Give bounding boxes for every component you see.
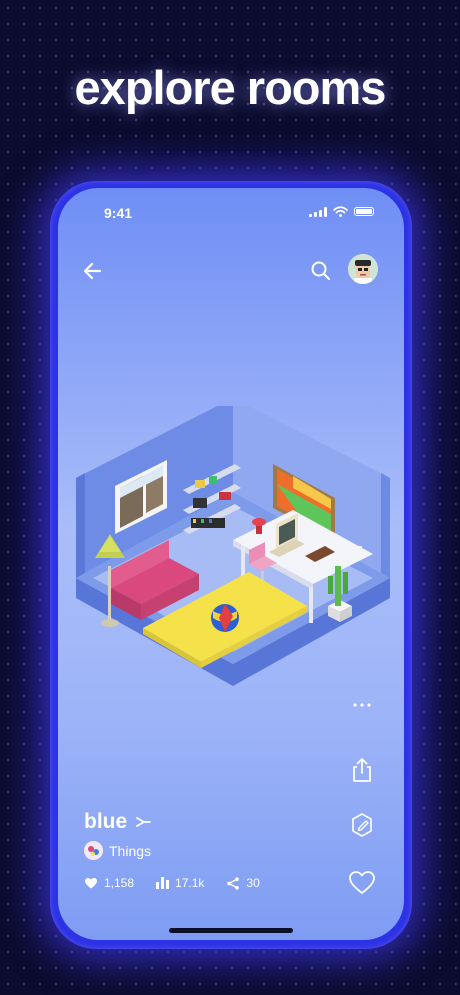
author-row[interactable]: Things — [84, 841, 151, 860]
app-screen: 9:41 blue Things 1,158 17.1k 30 — [58, 188, 404, 940]
share-button[interactable] — [348, 756, 376, 784]
views-count: 17.1k — [175, 876, 205, 890]
back-button[interactable] — [80, 258, 106, 284]
user-avatar[interactable] — [348, 254, 378, 284]
post-stats: 1,158 17.1k 30 — [84, 876, 282, 890]
room-illustration — [76, 406, 390, 686]
author-name: Things — [109, 842, 152, 859]
share-network-icon — [227, 876, 240, 890]
wifi-icon — [333, 206, 348, 217]
status-icons — [309, 206, 374, 217]
avatar-face-icon — [348, 254, 378, 284]
battery-icon — [354, 207, 374, 216]
shares-stat: 30 — [226, 876, 260, 890]
edit-icon — [352, 813, 372, 837]
likes-stat: 1,158 — [84, 876, 134, 890]
shares-count: 30 — [246, 876, 260, 890]
search-button[interactable] — [308, 258, 334, 284]
views-stat: 17.1k — [156, 876, 204, 890]
search-icon — [311, 261, 331, 281]
status-time: 9:41 — [104, 205, 133, 221]
more-icon — [353, 703, 371, 707]
heart-icon — [349, 871, 375, 894]
author-avatar — [84, 841, 103, 860]
heart-filled-icon — [85, 877, 97, 888]
like-button[interactable] — [348, 870, 376, 896]
more-button[interactable] — [348, 700, 376, 710]
post-title-row: blue — [84, 810, 152, 834]
home-indicator[interactable] — [169, 928, 293, 933]
post-title: blue — [84, 810, 128, 833]
sparkle-icon — [136, 817, 152, 827]
author-avatar-icon — [84, 841, 103, 860]
bar-chart-icon — [156, 877, 170, 889]
edit-button[interactable] — [348, 812, 376, 838]
likes-count: 1,158 — [104, 876, 135, 890]
share-icon — [353, 758, 371, 782]
arrow-left-icon — [83, 262, 102, 280]
signal-icon — [309, 206, 327, 217]
promo-headline: explore rooms — [74, 61, 387, 114]
